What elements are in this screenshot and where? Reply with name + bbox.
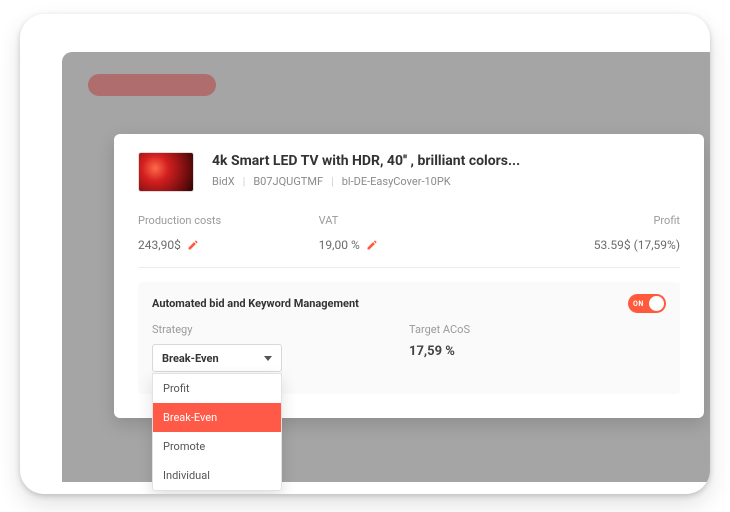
strategy-select: Break-Even Profit Break-Even Promote Ind…: [152, 344, 282, 372]
settings-row: Strategy Break-Even Profit Break-Even Pr…: [152, 323, 666, 372]
app-window: 4k Smart LED TV with HDR, 40'' , brillia…: [20, 14, 710, 494]
strategy-dropdown: Profit Break-Even Promote Individual: [152, 373, 282, 491]
metric-value: 243,90$: [138, 238, 199, 252]
metric-production-costs: Production costs 243,90$: [138, 214, 319, 253]
automation-section: Automated bid and Keyword Management ON …: [138, 282, 680, 394]
product-asin: B07JQUGTMF: [253, 175, 323, 188]
product-brand: BidX: [212, 175, 235, 188]
vat-value: 19,00 %: [319, 238, 360, 252]
strategy-option-individual[interactable]: Individual: [153, 461, 281, 490]
profit-value: 53.59$ (17,59%): [594, 238, 680, 252]
target-acos-col: Target ACoS 17,59 %: [409, 323, 666, 372]
strategy-option-break-even[interactable]: Break-Even: [153, 403, 281, 432]
production-costs-value: 243,90$: [138, 238, 181, 252]
product-meta: 4k Smart LED TV with HDR, 40'' , brillia…: [212, 152, 680, 188]
strategy-select-button[interactable]: Break-Even: [152, 344, 282, 372]
product-subline: BidX | B07JQUGTMF | bl-DE-EasyCover-10PK: [212, 175, 680, 188]
target-acos-label: Target ACoS: [409, 323, 666, 336]
strategy-option-promote[interactable]: Promote: [153, 432, 281, 461]
product-card: 4k Smart LED TV with HDR, 40'' , brillia…: [114, 134, 704, 418]
strategy-label: Strategy: [152, 323, 409, 336]
automation-toggle[interactable]: ON: [628, 294, 666, 313]
target-acos-value: 17,59 %: [409, 344, 666, 359]
chevron-down-icon: [264, 356, 272, 361]
product-thumbnail: [138, 152, 194, 192]
strategy-option-profit[interactable]: Profit: [153, 374, 281, 403]
metric-vat: VAT 19,00 %: [319, 214, 500, 253]
metric-value: 19,00 %: [319, 238, 378, 252]
strategy-col: Strategy Break-Even Profit Break-Even Pr…: [152, 323, 409, 372]
pencil-icon[interactable]: [187, 239, 199, 251]
strategy-selected-value: Break-Even: [162, 352, 219, 365]
section-header: Automated bid and Keyword Management ON: [152, 294, 666, 313]
browser-chrome: 4k Smart LED TV with HDR, 40'' , brillia…: [62, 52, 710, 482]
product-sku: bl-DE-EasyCover-10PK: [342, 175, 451, 188]
metric-label: Profit: [499, 214, 680, 227]
metric-label: VAT: [319, 214, 500, 227]
pencil-icon[interactable]: [366, 239, 378, 251]
metric-value: 53.59$ (17,59%): [499, 238, 680, 252]
placeholder-bar: [88, 74, 216, 96]
product-title: 4k Smart LED TV with HDR, 40'' , brillia…: [212, 152, 680, 171]
toggle-knob: [649, 296, 664, 311]
product-header: 4k Smart LED TV with HDR, 40'' , brillia…: [138, 152, 680, 192]
metrics-row: Production costs 243,90$ VAT 19,00 %: [138, 214, 680, 268]
toggle-on-label: ON: [633, 300, 644, 308]
metric-label: Production costs: [138, 214, 319, 227]
separator: |: [331, 175, 334, 188]
metric-profit: Profit 53.59$ (17,59%): [499, 214, 680, 253]
separator: |: [243, 175, 246, 188]
section-title: Automated bid and Keyword Management: [152, 297, 359, 310]
